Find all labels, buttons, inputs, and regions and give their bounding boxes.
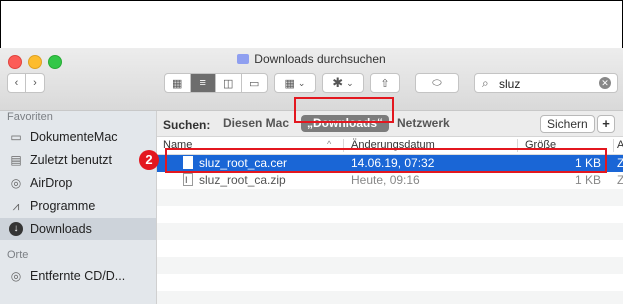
add-criteria-button[interactable]: + — [597, 115, 615, 133]
sidebar-item-applications[interactable]: ⩘ Programme — [0, 195, 156, 217]
action-button[interactable]: ✱ ⌄ — [322, 73, 364, 93]
applications-icon: ⩘ — [12, 198, 20, 213]
recents-icon: ▤ — [10, 153, 22, 167]
tag-icon: ⬭ — [432, 76, 442, 89]
chevron-down-icon: ⌄ — [297, 77, 306, 88]
chevron-down-icon: ⌄ — [346, 77, 354, 88]
file-size: 1 KB — [574, 173, 601, 187]
window-title: Downloads durchsuchen — [0, 52, 623, 66]
sidebar-item-label: Programme — [30, 199, 96, 213]
downloads-icon-wrap: ↓ — [8, 222, 24, 236]
empty-row — [157, 274, 623, 291]
group-button[interactable]: ▦ ⌄ — [274, 73, 316, 93]
file-kind: Z — [617, 173, 623, 187]
sidebar-item-recents[interactable]: ▤ Zuletzt benutzt — [0, 149, 156, 171]
file-name: sluz_root_ca.zip — [199, 173, 286, 187]
empty-row — [157, 257, 623, 274]
gear-icon: ✱ — [332, 75, 344, 90]
empty-row — [157, 189, 623, 206]
column-view-button[interactable]: ◫ — [216, 74, 242, 92]
folder-icon: ▭ — [10, 130, 22, 144]
view-mode-selector: ▦ ≡ ◫ ▭ — [164, 73, 268, 93]
sidebar-item-remote-disc[interactable]: ◎ Entfernte CD/D... — [0, 265, 156, 287]
sidebar-item-label: Entfernte CD/D... — [30, 269, 126, 283]
share-button[interactable]: ⇧ — [370, 73, 400, 93]
list-view-icon: ≡ — [199, 77, 206, 89]
search-results-pane: Suchen: Diesen Mac „Downloads“ Netzwerk … — [157, 111, 623, 304]
sidebar-item-label: Zuletzt benutzt — [30, 153, 112, 167]
list-view-button[interactable]: ≡ — [190, 74, 216, 92]
forward-icon: › — [33, 77, 37, 89]
gallery-view-icon: ▭ — [249, 77, 260, 90]
sidebar-item-airdrop[interactable]: ◎ AirDrop — [0, 172, 156, 194]
scope-network-button[interactable]: Netzwerk — [391, 115, 456, 132]
disc-icon: ◎ — [10, 269, 22, 283]
highlight-downloads-scope — [294, 97, 394, 123]
downloads-icon: ↓ — [9, 222, 23, 236]
navigation-buttons: ‹ › — [7, 73, 45, 93]
step-badge: 2 — [139, 150, 159, 170]
save-search-button[interactable]: Sichern — [540, 115, 595, 133]
icon-view-button[interactable]: ▦ — [165, 74, 191, 92]
group-icon: ▦ — [284, 77, 295, 90]
zip-file-icon: I — [183, 173, 193, 186]
airdrop-icon: ◎ — [10, 176, 22, 190]
empty-row — [157, 206, 623, 223]
sidebar-item-label: DokumenteMac — [30, 130, 118, 144]
back-button[interactable]: ‹ — [8, 74, 26, 92]
share-icon: ⇧ — [380, 77, 390, 90]
sidebar-favorites-header: Favoriten — [7, 111, 53, 123]
column-divider[interactable] — [613, 139, 614, 152]
highlight-certificate-row — [165, 148, 607, 173]
empty-row — [157, 223, 623, 240]
window-title-text: Downloads durchsuchen — [254, 52, 386, 66]
search-field[interactable]: ⌕ sluz ✕ — [474, 73, 618, 93]
empty-row — [157, 291, 623, 304]
sidebar: Favoriten ▭ DokumenteMac ▤ Zuletzt benut… — [0, 111, 157, 304]
empty-row — [157, 240, 623, 257]
column-kind[interactable]: Ar — [617, 139, 623, 151]
sidebar-locations-header: Orte — [7, 249, 29, 261]
finder-window: Downloads durchsuchen ‹ › ▦ ≡ ◫ ▭ ▦ ⌄ ✱ ⌄ … — [0, 48, 623, 304]
gallery-view-button[interactable]: ▭ — [242, 74, 267, 92]
clear-search-icon[interactable]: ✕ — [599, 77, 611, 89]
search-input[interactable]: sluz — [499, 77, 520, 91]
sidebar-item-label: AirDrop — [30, 176, 73, 190]
back-icon: ‹ — [14, 77, 19, 89]
icon-view-icon: ▦ — [172, 77, 183, 90]
tags-button[interactable]: ⬭ — [415, 73, 459, 93]
sidebar-item-dokumentemac[interactable]: ▭ DokumenteMac — [0, 126, 156, 148]
sidebar-item-downloads[interactable]: ↓ Downloads — [0, 218, 156, 240]
scope-this-mac-button[interactable]: Diesen Mac — [217, 115, 295, 132]
column-view-icon: ◫ — [223, 77, 234, 90]
file-row[interactable]: I sluz_root_ca.zip Heute, 09:16 1 KB Z — [157, 172, 623, 189]
file-kind: Z — [617, 156, 623, 170]
folder-icon — [237, 54, 250, 64]
file-date: Heute, 09:16 — [351, 173, 420, 187]
search-icon: ⌕ — [482, 76, 489, 90]
sidebar-item-label: Downloads — [30, 222, 92, 236]
forward-button[interactable]: › — [26, 74, 44, 92]
scope-label: Suchen: — [163, 118, 211, 132]
